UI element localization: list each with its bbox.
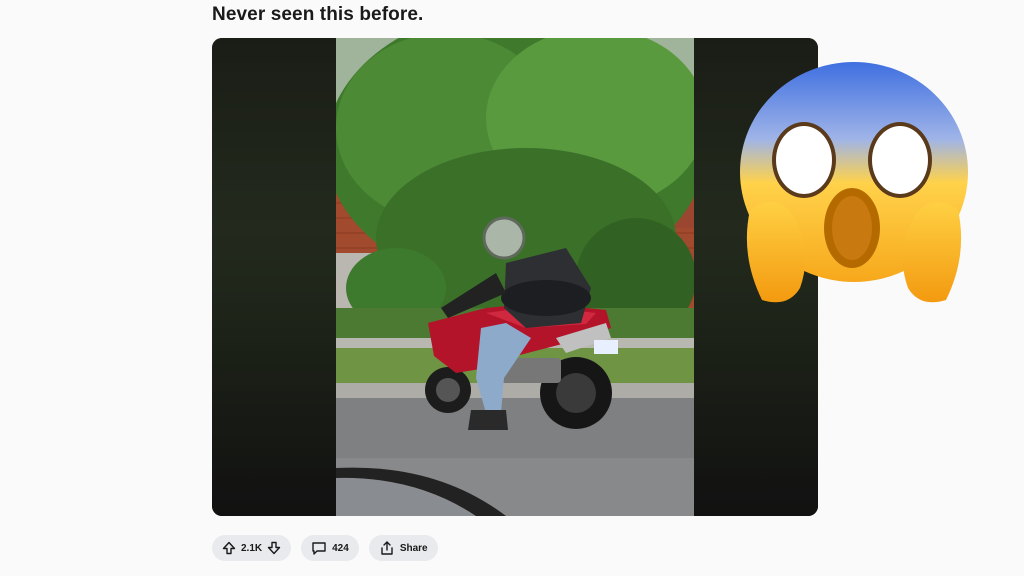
motorcycle-photo (336, 38, 694, 516)
post-media[interactable] (212, 38, 818, 516)
vote-count: 2.1K (241, 542, 263, 554)
comments-button[interactable]: 424 (301, 535, 359, 561)
comment-count: 424 (332, 542, 349, 554)
post-actions: 2.1K 424 Share (212, 535, 438, 561)
upvote-icon[interactable] (222, 541, 236, 555)
share-label: Share (399, 542, 428, 554)
share-button[interactable]: Share (368, 535, 438, 561)
post-title: Never seen this before. (212, 4, 424, 25)
share-icon (381, 541, 393, 555)
screaming-face-emoji (740, 62, 968, 303)
downvote-icon[interactable] (267, 541, 281, 555)
comment-icon (312, 542, 326, 555)
media-blur-left (212, 38, 336, 516)
vote-group: 2.1K (212, 535, 292, 561)
